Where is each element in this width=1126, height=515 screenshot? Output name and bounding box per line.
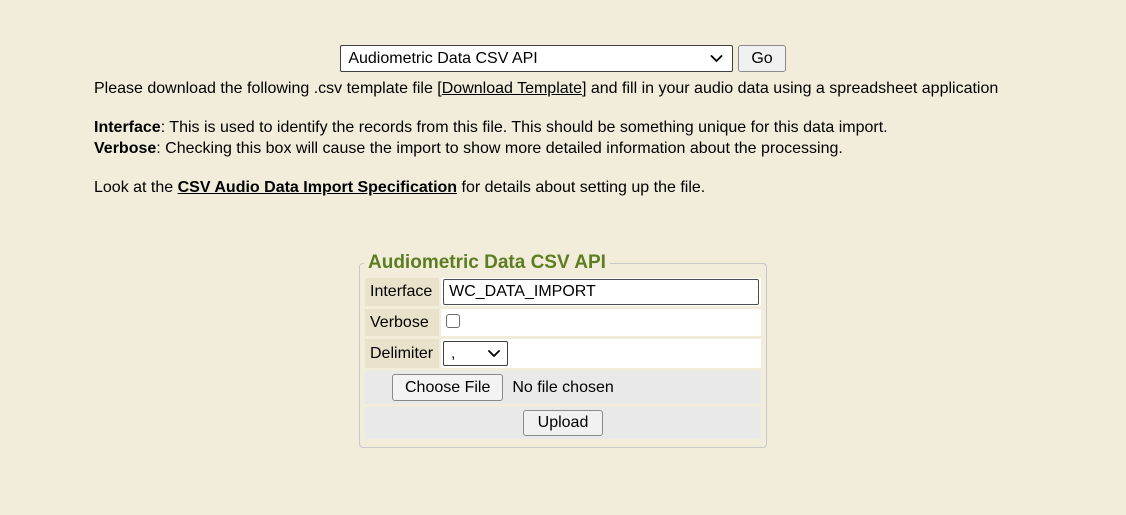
intro-paragraph: Please download the following .csv templ…	[94, 78, 1032, 99]
form-table: Interface Verbose Delimiter , Choose Fil…	[363, 275, 763, 442]
form-legend: Audiometric Data CSV API	[364, 252, 610, 274]
choose-file-button[interactable]: Choose File	[392, 374, 503, 401]
verbose-term: Verbose	[94, 140, 156, 157]
verbose-checkbox[interactable]	[446, 314, 460, 328]
interface-label: Interface	[365, 278, 439, 306]
api-select-value: Audiometric Data CSV API	[348, 50, 537, 68]
spec-text-post: for details about setting up the file.	[457, 179, 705, 196]
intro-text-post: ] and fill in your audio data using a sp…	[582, 80, 998, 97]
verbose-note: : Checking this box will cause the impor…	[156, 140, 843, 157]
upload-form: Audiometric Data CSV API Interface Verbo…	[359, 252, 767, 448]
interface-input[interactable]	[443, 279, 759, 305]
interface-row: Interface	[365, 278, 761, 306]
spec-text-pre: Look at the	[94, 179, 178, 196]
file-row: Choose File No file chosen	[365, 371, 761, 404]
spec-link[interactable]: CSV Audio Data Import Specification	[178, 179, 457, 196]
api-select[interactable]: Audiometric Data CSV API	[340, 45, 733, 72]
interface-term: Interface	[94, 119, 161, 136]
instructions: Please download the following .csv templ…	[94, 78, 1032, 198]
spec-paragraph: Look at the CSV Audio Data Import Specif…	[94, 177, 1032, 198]
verbose-row: Verbose	[365, 309, 761, 336]
chevron-down-icon	[710, 55, 723, 63]
field-notes: Interface: This is used to identify the …	[94, 117, 1032, 159]
verbose-label: Verbose	[365, 309, 439, 336]
delimiter-row: Delimiter ,	[365, 339, 761, 368]
delimiter-select-value: ,	[451, 345, 455, 362]
chevron-down-icon	[488, 350, 500, 358]
go-button[interactable]: Go	[738, 45, 785, 72]
upload-row: Upload	[365, 407, 761, 439]
delimiter-select[interactable]: ,	[443, 341, 508, 366]
download-template-link[interactable]: Download Template	[442, 80, 582, 97]
intro-text-pre: Please download the following .csv templ…	[94, 80, 442, 97]
api-chooser-bar: Audiometric Data CSV API Go	[0, 0, 1126, 72]
file-status-text: No file chosen	[512, 379, 613, 396]
interface-note: : This is used to identify the records f…	[161, 119, 888, 136]
upload-button[interactable]: Upload	[523, 410, 604, 436]
delimiter-label: Delimiter	[365, 339, 439, 368]
